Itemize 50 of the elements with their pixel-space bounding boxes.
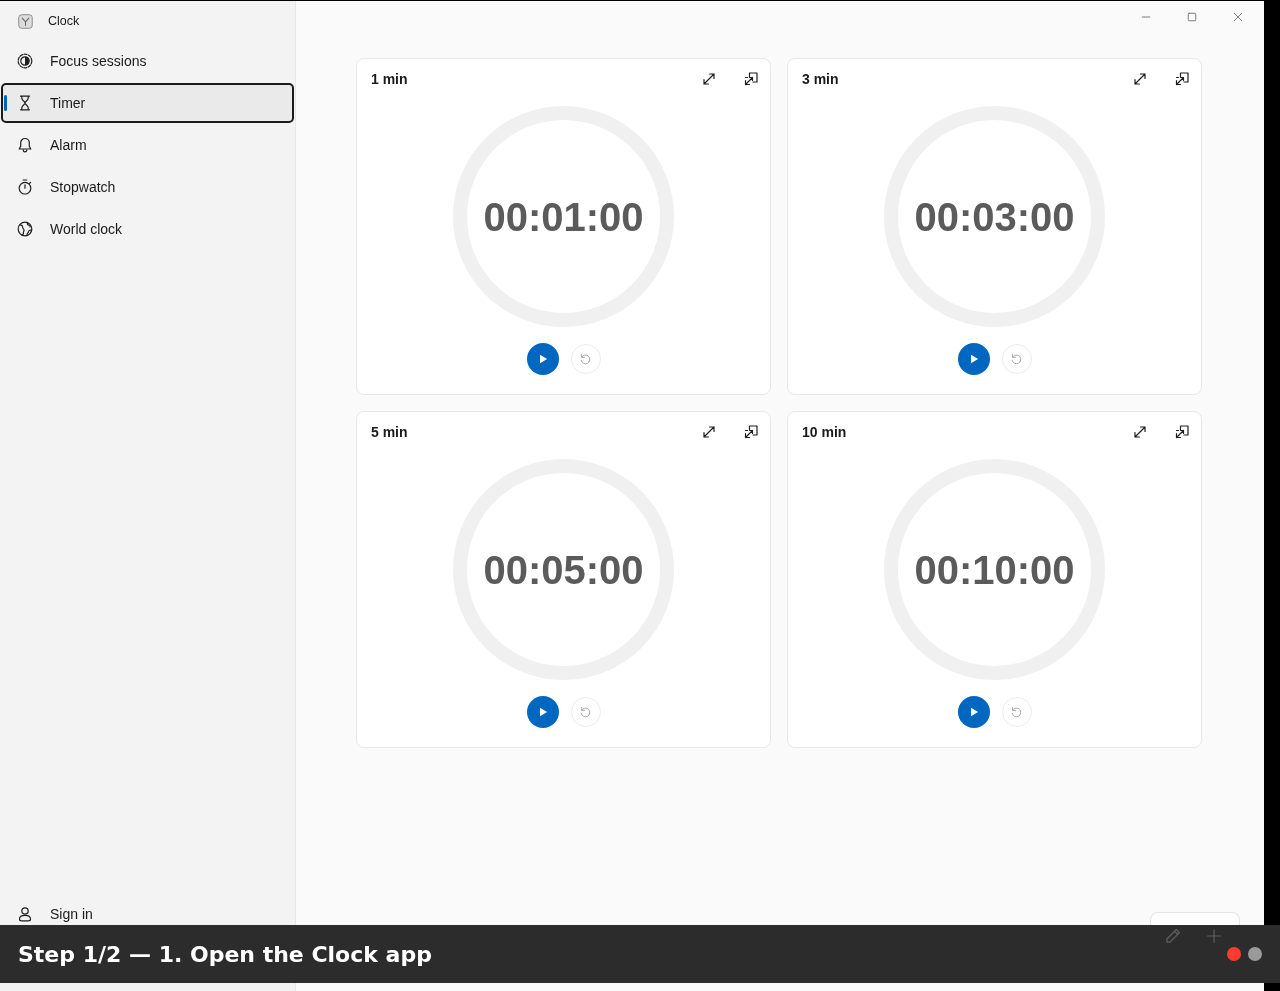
play-button[interactable] (957, 343, 990, 375)
reset-icon (1010, 705, 1023, 719)
clock-app-icon (18, 13, 33, 29)
sign-in-label: Sign in (50, 904, 93, 924)
sidebar-item[interactable]: Alarm (1, 125, 294, 165)
sidebar-item[interactable]: Timer (1, 83, 294, 123)
edit-button[interactable] (1163, 926, 1183, 946)
pencil-icon (1164, 927, 1182, 945)
timer-title: 10 min (802, 422, 848, 442)
sidebar-item-label: Stopwatch (50, 177, 116, 197)
timer-title: 1 min (371, 69, 409, 89)
person-icon (17, 906, 33, 922)
timer-time: 00:10:00 (914, 549, 1075, 590)
timer-title: 5 min (371, 422, 409, 442)
hourglass-icon (17, 95, 33, 111)
expand-icon (701, 71, 717, 87)
timer-title: 3 min (802, 69, 840, 89)
window-title: Clock (48, 12, 80, 30)
maximize-icon (1186, 11, 1198, 23)
play-button[interactable] (526, 343, 559, 375)
reset-icon (579, 352, 592, 366)
step-title: Step 1/2 — 1. Open the Clock app (18, 940, 432, 969)
sidebar-item[interactable]: Focus sessions (1, 41, 294, 81)
expand-icon (1132, 71, 1148, 87)
expand-icon (701, 424, 717, 440)
sidebar-item[interactable]: World clock (1, 209, 294, 249)
window-arrow-icon (1174, 71, 1190, 87)
stopwatch-icon (17, 179, 33, 195)
sidebar-item-label: World clock (50, 219, 123, 239)
focus-icon (17, 53, 33, 69)
plus-icon (1206, 928, 1222, 944)
timer-time: 00:05:00 (483, 549, 644, 590)
play-button[interactable] (526, 696, 559, 728)
sidebar-item-label: Focus sessions (50, 51, 147, 71)
timer-time: 00:01:00 (483, 196, 644, 237)
sidebar-item-label: Alarm (50, 135, 87, 155)
sidebar-item[interactable]: Stopwatch (1, 167, 294, 207)
globe-icon (17, 221, 33, 237)
window-arrow-icon (743, 424, 759, 440)
window-arrow-icon (1174, 424, 1190, 440)
timer-time: 00:03:00 (914, 196, 1075, 237)
reset-icon (579, 705, 592, 719)
close-icon (1232, 11, 1244, 23)
window-arrow-icon (743, 71, 759, 87)
play-button[interactable] (957, 696, 990, 728)
sign-in-button[interactable]: Sign in (1, 900, 294, 928)
reset-icon (1010, 352, 1023, 366)
sidebar-item-label: Timer (50, 93, 86, 113)
bell-icon (17, 137, 33, 153)
expand-icon (1132, 424, 1148, 440)
